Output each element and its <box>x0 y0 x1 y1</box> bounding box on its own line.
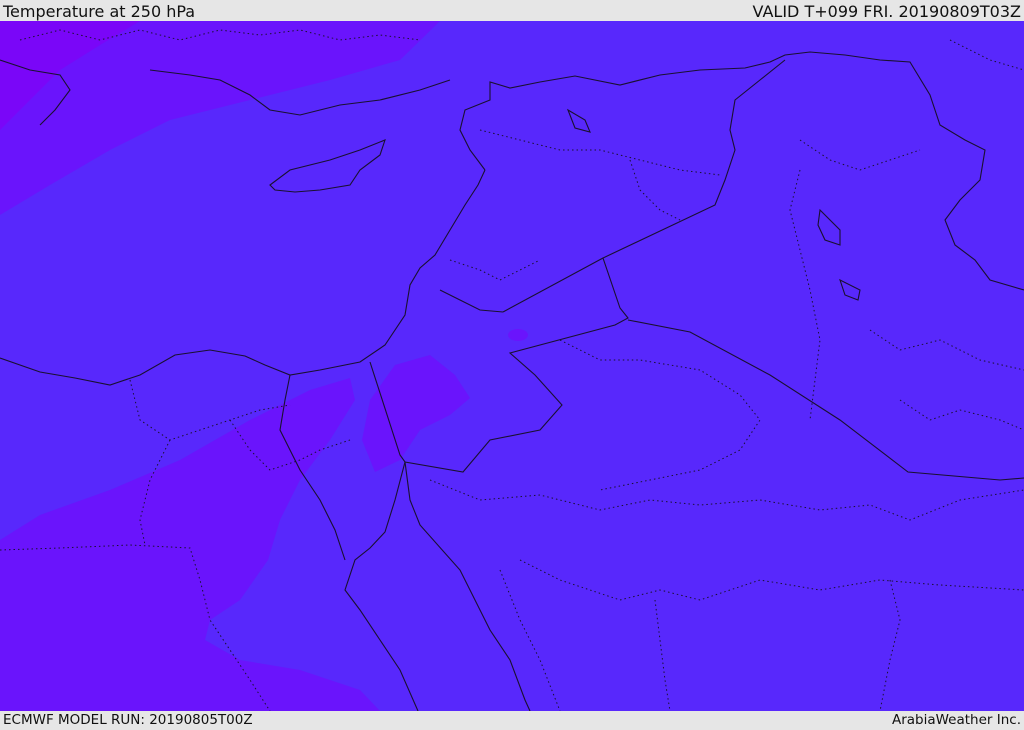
temperature-map <box>0 21 1024 711</box>
warm-patch-jordan <box>508 329 528 341</box>
header-bar: Temperature at 250 hPa VALID T+099 FRI. … <box>0 0 1024 21</box>
model-run-label: ECMWF MODEL RUN: 20190805T00Z <box>3 712 253 728</box>
footer-bar: ECMWF MODEL RUN: 20190805T00Z ArabiaWeat… <box>0 711 1024 729</box>
credit-label: ArabiaWeather Inc. <box>891 712 1021 728</box>
